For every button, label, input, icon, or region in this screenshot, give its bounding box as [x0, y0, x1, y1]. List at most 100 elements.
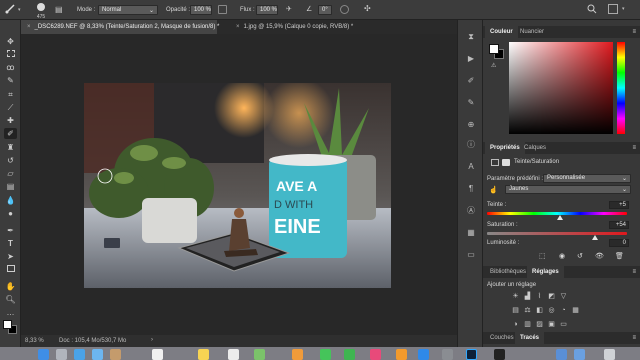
panel-menu-icon[interactable]: ≡ — [632, 335, 636, 341]
photoshop-icon[interactable] — [466, 349, 477, 360]
close-icon[interactable]: × — [236, 24, 240, 30]
calendar-icon[interactable] — [152, 349, 163, 360]
dropdown-arrow-icon[interactable]: ▾ — [622, 6, 625, 12]
opacity-field[interactable]: 100 % — [190, 5, 212, 15]
foreground-swatch[interactable] — [489, 44, 499, 54]
eyedropper-tool-icon[interactable]: ⟋ — [4, 102, 17, 113]
lightness-value[interactable]: 0 — [609, 239, 629, 247]
itunes-icon[interactable] — [370, 349, 381, 360]
exposure-icon[interactable]: ◩ — [547, 292, 556, 301]
gradient-map-icon[interactable]: ▭ — [559, 320, 568, 329]
panel-menu-icon[interactable]: ≡ — [632, 269, 636, 275]
move-tool-icon[interactable]: ✥ — [4, 36, 17, 47]
lasso-tool-icon[interactable]: ꝏ — [4, 62, 17, 73]
airbrush-icon[interactable]: ✈ — [286, 5, 295, 14]
documents-icon[interactable] — [574, 349, 585, 360]
preset-select[interactable]: Personnalisée ⌄ — [543, 174, 631, 183]
close-icon[interactable]: × — [27, 24, 31, 30]
brightness-contrast-icon[interactable]: ☀ — [511, 292, 520, 301]
hue-value[interactable]: +5 — [609, 201, 629, 209]
history-brush-tool-icon[interactable]: ↺ — [4, 155, 17, 166]
document-tab-1jpg[interactable]: × 1.jpg @ 15,9% (Calque 0 copie, RVB/8) * — [230, 20, 400, 34]
hand-tool-icon[interactable]: ✋ — [4, 281, 17, 292]
threshold-icon[interactable]: ▨ — [535, 320, 544, 329]
mail-icon[interactable] — [92, 349, 103, 360]
foreground-color-swatch[interactable] — [3, 320, 12, 329]
downloads-icon[interactable] — [556, 349, 567, 360]
search-icon[interactable] — [587, 4, 597, 14]
brush-tool-icon[interactable]: ✐ — [4, 128, 17, 139]
brush-tool-icon[interactable] — [4, 3, 16, 15]
type-tool-icon[interactable]: T — [4, 238, 17, 249]
contacts-icon[interactable] — [110, 349, 121, 360]
pen-tool-icon[interactable]: ✒ — [4, 225, 17, 236]
panel-menu-icon[interactable]: ≡ — [632, 29, 636, 35]
finder-icon[interactable] — [38, 349, 49, 360]
hand-target-icon[interactable]: ☝ — [489, 186, 498, 194]
flow-field[interactable]: 100 % — [256, 5, 278, 15]
posterize-icon[interactable]: ▥ — [523, 320, 532, 329]
brush-settings-icon[interactable]: ✐ — [466, 76, 476, 86]
dropdown-arrow-icon[interactable]: ▾ — [18, 7, 21, 13]
color-lookup-icon[interactable]: ▦ — [571, 306, 580, 315]
panel-menu-icon[interactable]: ≡ — [632, 145, 636, 151]
pressure-size-icon[interactable] — [340, 5, 349, 14]
healing-tool-icon[interactable]: ✚ — [4, 115, 17, 126]
view-previous-icon[interactable]: ◉ — [559, 252, 565, 260]
photo-filter-icon[interactable]: ◎ — [547, 306, 556, 315]
tab-bibliotheques[interactable]: Bibliothèques — [485, 266, 531, 278]
status-arrow-icon[interactable]: › — [151, 337, 153, 343]
launchpad-icon[interactable] — [56, 349, 67, 360]
brush-preset-picker[interactable]: 475 — [34, 2, 48, 20]
timeline-icon[interactable]: ▭ — [466, 250, 476, 260]
marquee-tool-icon[interactable] — [4, 49, 17, 60]
crop-tool-icon[interactable]: ⌗ — [4, 89, 17, 100]
clone-source-icon[interactable]: ⊕ — [466, 120, 476, 130]
facetime-icon[interactable] — [344, 349, 355, 360]
glyphs-icon[interactable]: A — [466, 162, 476, 172]
warning-icon[interactable]: ⚠ — [491, 62, 496, 69]
saturation-track[interactable] — [487, 232, 627, 235]
blur-tool-icon[interactable]: 💧 — [4, 195, 17, 206]
reset-icon[interactable]: ↺ — [577, 252, 583, 260]
eraser-tool-icon[interactable]: ▱ — [4, 168, 17, 179]
saturation-value[interactable]: +54 — [609, 221, 629, 229]
system-preferences-icon[interactable] — [442, 349, 453, 360]
tab-nuancier[interactable]: Nuancier — [515, 26, 549, 38]
messages-icon[interactable] — [320, 349, 331, 360]
path-select-tool-icon[interactable]: ➤ — [4, 251, 17, 262]
curves-icon[interactable]: ⌇ — [535, 292, 544, 301]
trash-icon[interactable]: 🗑︎ — [615, 252, 624, 260]
opacity-pressure-icon[interactable] — [218, 5, 227, 14]
mode-select[interactable]: Normal ⌄ — [98, 5, 158, 15]
tab-calques[interactable]: Calques — [519, 142, 551, 154]
character-styles-icon[interactable]: Ⓐ — [466, 206, 476, 216]
tab-traces[interactable]: Tracés — [515, 332, 545, 344]
clone-stamp-tool-icon[interactable]: ♜ — [4, 142, 17, 153]
actions-icon[interactable]: ▶ — [466, 54, 476, 64]
info-icon[interactable]: ⓘ — [466, 140, 476, 150]
brush-panel-icon[interactable]: ▤ — [55, 5, 65, 15]
document-canvas-image[interactable]: AVE A D WITH EINE — [84, 83, 391, 288]
symmetry-icon[interactable]: ✣ — [364, 4, 374, 14]
zoom-level[interactable]: 8,33 % — [25, 338, 44, 344]
black-white-icon[interactable]: ◧ — [535, 306, 544, 315]
hue-saturation-icon[interactable]: ▤ — [511, 306, 520, 315]
notes-icon[interactable] — [198, 349, 209, 360]
safari-icon[interactable] — [74, 349, 85, 360]
quick-select-tool-icon[interactable]: ✎ — [4, 75, 17, 86]
channel-mixer-icon[interactable]: ◔ — [559, 306, 568, 315]
vibrance-icon[interactable]: ▽ — [559, 292, 568, 301]
maps-icon[interactable] — [254, 349, 265, 360]
hue-slider[interactable] — [617, 42, 625, 134]
invert-icon[interactable]: ◑ — [511, 320, 520, 329]
history-icon[interactable]: ⧗ — [466, 32, 476, 42]
tab-reglages[interactable]: Réglages — [527, 266, 564, 278]
reminders-icon[interactable] — [228, 349, 239, 360]
dodge-tool-icon[interactable]: ● — [4, 208, 17, 219]
visibility-icon[interactable]: 👁︎ — [595, 252, 604, 260]
color-balance-icon[interactable]: ⚖ — [523, 306, 532, 315]
shape-tool-icon[interactable] — [4, 264, 17, 275]
document-tab-dsc6289[interactable]: × _DSC6289.NEF @ 8,33% (Teinte/Saturation… — [21, 20, 219, 34]
channel-select[interactable]: Jaunes ⌄ — [505, 185, 631, 194]
